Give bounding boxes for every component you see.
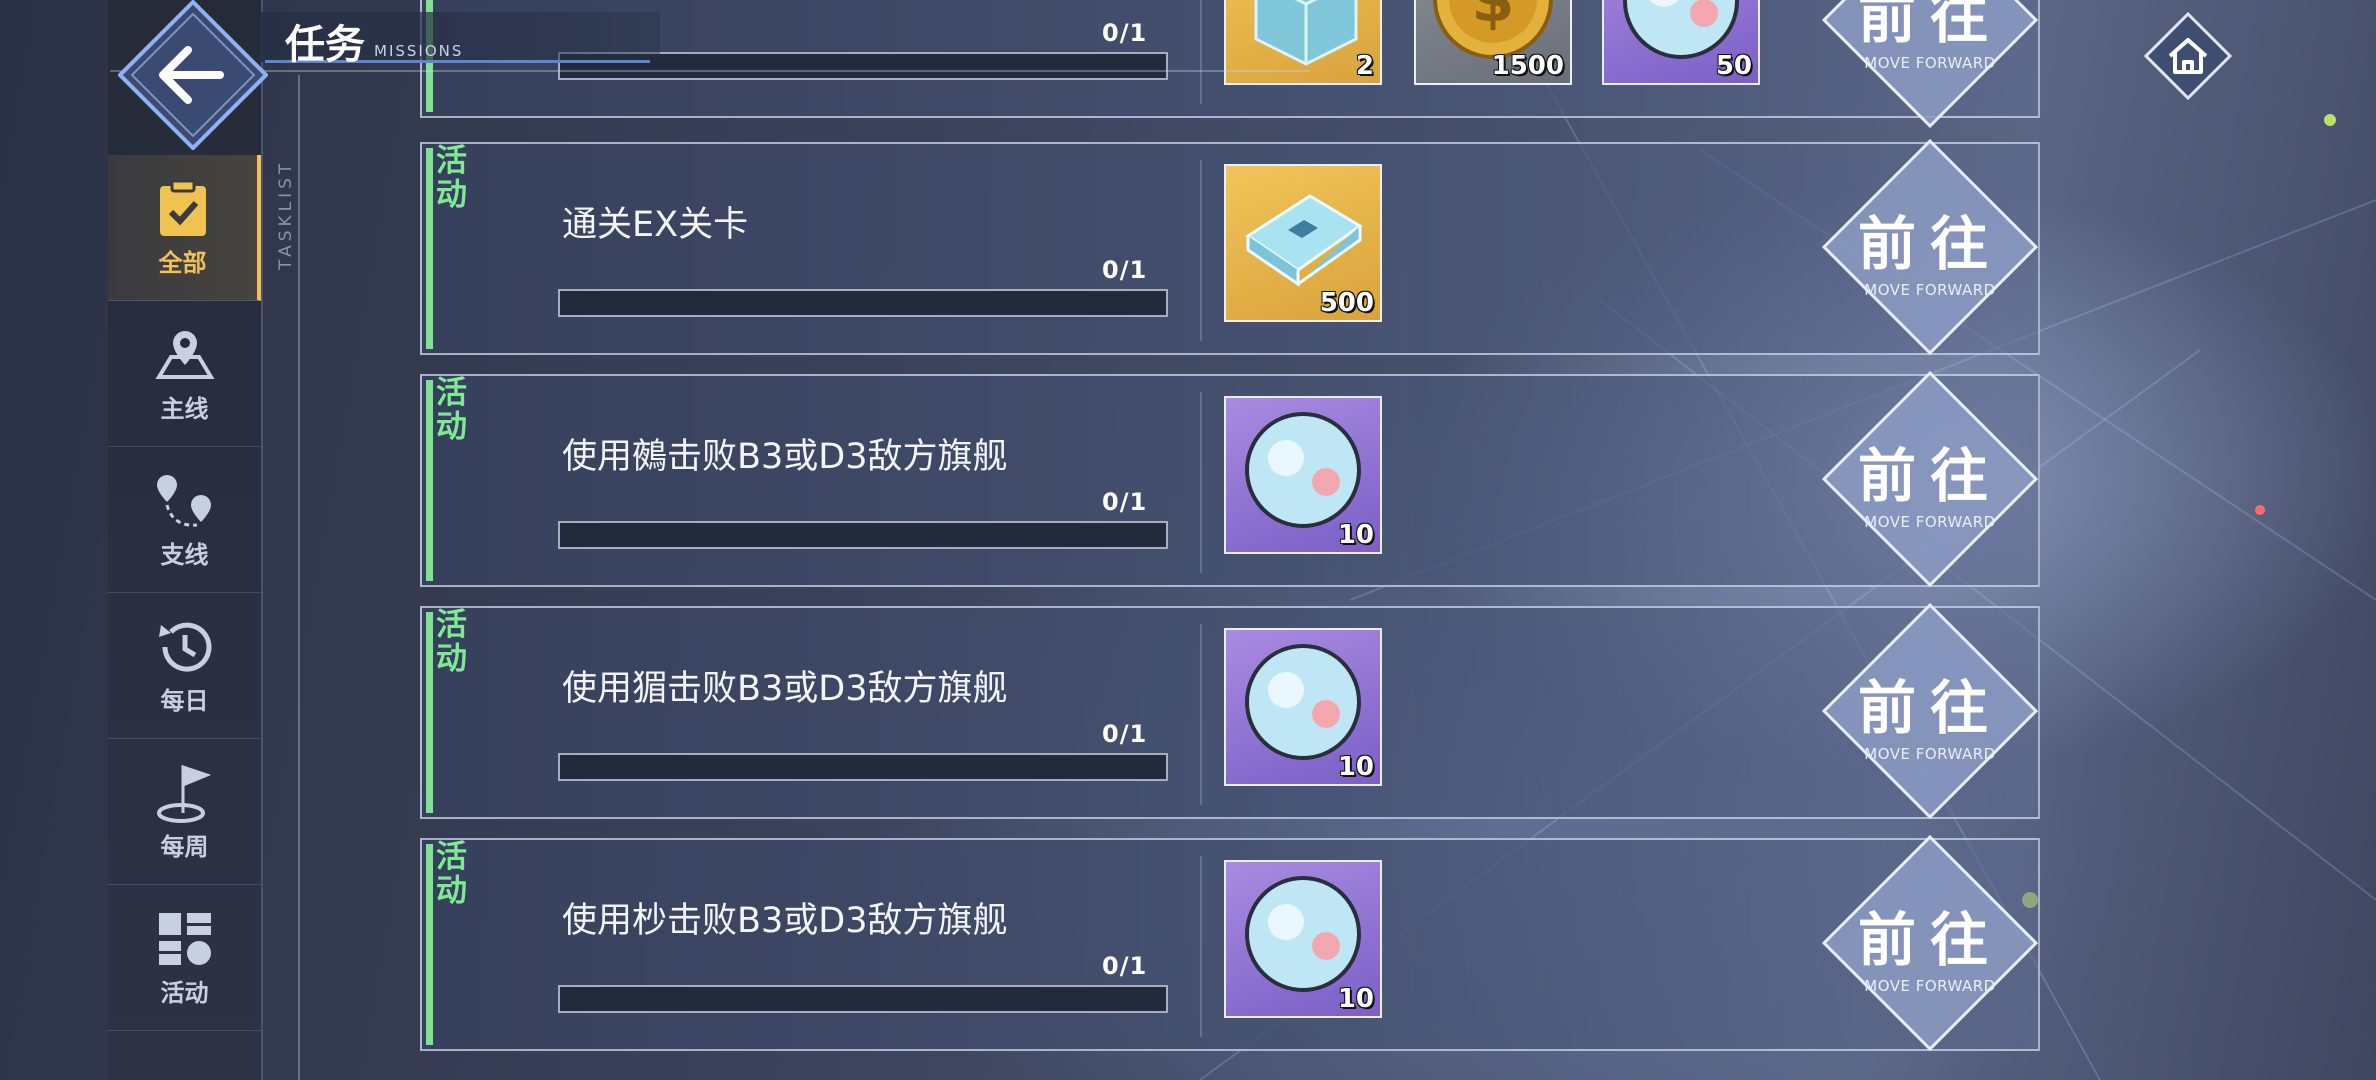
- go-sub-label: MOVE FORWARD: [1864, 745, 1996, 763]
- reward-item[interactable]: 2: [1224, 0, 1382, 85]
- reward-item[interactable]: 50: [1602, 0, 1760, 85]
- tab-weekly[interactable]: 每周: [108, 739, 261, 885]
- map-pin-icon: [153, 323, 217, 387]
- progress-count: 0/1: [1102, 256, 1148, 284]
- clipboard-check-icon: [151, 177, 215, 241]
- go-label: 前往: [1857, 674, 2002, 742]
- reward-item[interactable]: $ 1500: [1414, 0, 1572, 85]
- mission-row: 活动 使用鵺击败B3或D3敌方旗舰 0/1 10: [420, 374, 2040, 587]
- mission-tag: 活动: [436, 839, 467, 909]
- row-accent: [426, 844, 433, 1045]
- go-sub-label: MOVE FORWARD: [1864, 54, 1996, 72]
- row-divider: [1200, 392, 1202, 573]
- header-line: [110, 70, 1310, 72]
- row-divider: [1200, 0, 1202, 104]
- go-button[interactable]: 前往 MOVE FORWARD: [1820, 833, 2040, 1053]
- back-button[interactable]: [117, 0, 269, 151]
- reward-item[interactable]: 10: [1224, 396, 1382, 554]
- mission-row: 活动 通关EX关卡 0/1 500: [420, 142, 2040, 355]
- progress-count: 0/1: [1102, 488, 1148, 516]
- mission-title: 使用鵺击败B3或D3敌方旗舰: [562, 437, 1008, 477]
- tab-side-label: 支线: [160, 541, 209, 569]
- tab-main[interactable]: 主线: [108, 301, 261, 447]
- go-button[interactable]: 前往 MOVE FORWARD: [1820, 369, 2040, 589]
- mission-tag: 活动: [436, 375, 467, 445]
- go-sub-label: MOVE FORWARD: [1864, 281, 1996, 299]
- row-divider: [1200, 624, 1202, 805]
- row-divider: [1200, 856, 1202, 1037]
- go-button[interactable]: 前往 MOVE FORWARD: [1820, 601, 2040, 821]
- go-label: 前往: [1857, 210, 2002, 278]
- mission-tag: 活动: [436, 607, 467, 677]
- go-label: 前往: [1857, 906, 2002, 974]
- home-icon: [2143, 11, 2233, 101]
- row-accent: [426, 380, 433, 581]
- mission-title: 通关EX关卡: [562, 205, 749, 245]
- row-divider: [1200, 160, 1202, 341]
- reward-qty: 500: [1319, 288, 1374, 318]
- tasklist-label: TASKLIST: [276, 159, 296, 270]
- progress-bar: [558, 521, 1168, 549]
- page-title: 任务: [285, 22, 365, 68]
- row-accent: [426, 148, 433, 349]
- reward-qty: 10: [1337, 752, 1374, 782]
- reward-item[interactable]: 500: [1224, 164, 1382, 322]
- progress-bar: [558, 985, 1168, 1013]
- reward-qty: 10: [1337, 984, 1374, 1014]
- reward-qty: 2: [1355, 51, 1374, 81]
- reward-item[interactable]: 10: [1224, 628, 1382, 786]
- progress-count: 0/1: [1102, 720, 1148, 748]
- back-arrow-icon: [117, 0, 269, 151]
- reward-qty: 10: [1337, 520, 1374, 550]
- mission-title: 使用杪击败B3或D3敌方旗舰: [562, 901, 1008, 941]
- tab-main-label: 主线: [160, 395, 209, 423]
- tab-weekly-label: 每周: [160, 833, 209, 861]
- sidebar-edge: [261, 0, 263, 1080]
- home-button[interactable]: [2140, 8, 2236, 104]
- mission-tag: 活动: [436, 143, 467, 213]
- go-sub-label: MOVE FORWARD: [1864, 977, 1996, 995]
- svg-text:$: $: [1471, 0, 1514, 36]
- progress-bar: [558, 753, 1168, 781]
- route-pins-icon: [153, 469, 217, 533]
- progress-bar: [558, 289, 1168, 317]
- page-subtitle: MISSIONS: [374, 42, 464, 60]
- history-clock-icon: [153, 615, 217, 679]
- go-sub-label: MOVE FORWARD: [1864, 513, 1996, 531]
- flag-icon: [153, 761, 217, 825]
- go-label: 前往: [1857, 0, 2002, 51]
- mission-row: 活动 使用杪击败B3或D3敌方旗舰 0/1 10: [420, 838, 2040, 1051]
- mission-title: 使用猸击败B3或D3敌方旗舰: [562, 669, 1008, 709]
- tab-daily-label: 每日: [160, 687, 209, 715]
- mission-row: 活动 使用猸击败B3或D3敌方旗舰 0/1 10: [420, 606, 2040, 819]
- grid-blocks-icon: [153, 907, 217, 971]
- tab-all-label: 全部: [158, 249, 207, 277]
- reward-qty: 50: [1715, 51, 1752, 81]
- go-button[interactable]: 前往 MOVE FORWARD: [1820, 137, 2040, 357]
- row-accent: [426, 612, 433, 813]
- go-button[interactable]: 前往 MOVE FORWARD: [1820, 0, 2040, 130]
- progress-count: 0/1: [1102, 19, 1148, 47]
- tab-daily[interactable]: 每日: [108, 593, 261, 739]
- tab-all[interactable]: 全部: [108, 155, 261, 301]
- reward-item[interactable]: 10: [1224, 860, 1382, 1018]
- mission-row: 活动 0/1 2 $ 1500 50: [420, 0, 2040, 118]
- go-label: 前往: [1857, 442, 2002, 510]
- progress-count: 0/1: [1102, 952, 1148, 980]
- tab-event[interactable]: 活动: [108, 885, 261, 1031]
- tab-event-label: 活动: [160, 979, 209, 1007]
- tab-side[interactable]: 支线: [108, 447, 261, 593]
- reward-qty: 1500: [1491, 51, 1564, 81]
